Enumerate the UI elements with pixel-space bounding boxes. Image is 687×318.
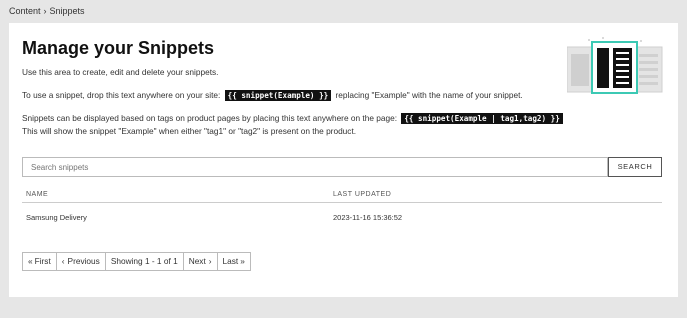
usage-instructions: To use a snippet, drop this text anywher… — [22, 90, 523, 101]
usage-text-before: To use a snippet, drop this text anywher… — [22, 90, 221, 100]
pagination: « First ‹ Previous Showing 1 - 1 of 1 Ne… — [22, 252, 251, 271]
pagination-status: Showing 1 - 1 of 1 — [104, 252, 184, 271]
double-chevron-left-icon: « — [28, 256, 33, 266]
snippet-name-cell[interactable]: Samsung Delivery — [26, 213, 87, 222]
chevron-right-icon: › — [208, 256, 212, 266]
next-page-button[interactable]: Next › — [182, 252, 218, 271]
last-page-label: Last — [222, 256, 239, 266]
snippets-panel: Manage your Snippets Use this area to cr… — [9, 23, 678, 297]
snippet-code-example: {{ snippet(Example) }} — [224, 90, 332, 101]
tag-instructions: Snippets can be displayed based on tags … — [22, 113, 565, 124]
snippet-code-tags: {{ snippet(Example | tag1,tag2) }} — [401, 113, 563, 124]
breadcrumb: Content › Snippets — [9, 6, 85, 16]
column-header-name[interactable]: NAME — [26, 191, 48, 198]
snippets-illustration — [567, 37, 663, 94]
previous-page-button[interactable]: ‹ Previous — [55, 252, 106, 271]
page-title: Manage your Snippets — [22, 38, 215, 58]
first-page-button[interactable]: « First — [22, 252, 57, 271]
usage-text-after: replacing "Example" with the name of you… — [335, 90, 523, 100]
table-header-divider — [22, 202, 662, 203]
breadcrumb-content-link[interactable]: Content — [9, 6, 41, 16]
tag-explanation: This will show the snippet "Example" whe… — [22, 126, 357, 136]
column-header-last-updated[interactable]: LAST UPDATED — [333, 191, 391, 198]
next-page-label: Next — [188, 256, 206, 266]
search-button[interactable]: SEARCH — [608, 157, 662, 177]
intro-text: Use this area to create, edit and delete… — [22, 67, 219, 77]
last-page-button[interactable]: Last » — [216, 252, 251, 271]
snippet-last-updated-cell: 2023-11-16 15:36:52 — [333, 213, 403, 222]
breadcrumb-current: Snippets — [49, 6, 85, 16]
search-input[interactable] — [22, 157, 608, 177]
first-page-label: First — [34, 256, 51, 266]
breadcrumb-separator: › — [43, 6, 47, 16]
previous-page-label: Previous — [67, 256, 100, 266]
double-chevron-right-icon: » — [240, 256, 245, 266]
chevron-left-icon: ‹ — [61, 256, 65, 266]
tag-text-before: Snippets can be displayed based on tags … — [22, 113, 398, 123]
